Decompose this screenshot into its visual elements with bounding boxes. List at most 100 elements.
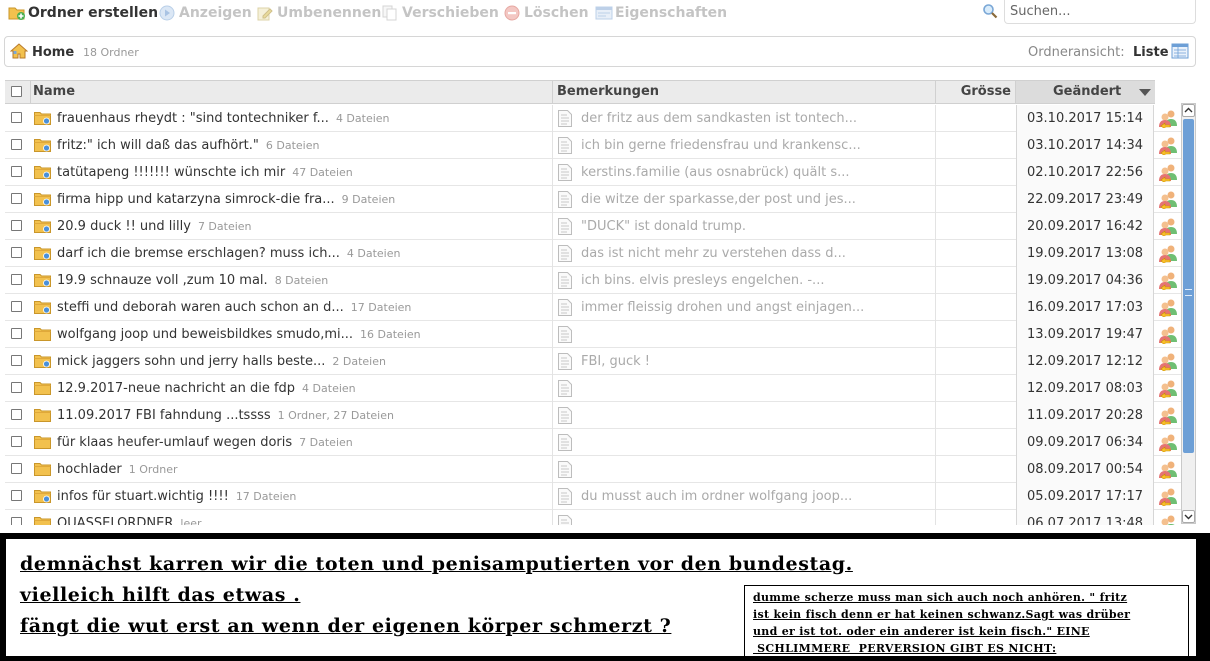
table-row[interactable]: darf ich die bremse erschlagen? muss ich…: [5, 240, 1181, 267]
share-icon[interactable]: [1158, 217, 1178, 238]
row-checkbox[interactable]: [11, 463, 22, 474]
note-icon[interactable]: [558, 245, 572, 262]
share-icon[interactable]: [1158, 298, 1178, 319]
row-checkbox[interactable]: [11, 355, 22, 366]
row-checkbox[interactable]: [11, 247, 22, 258]
share-icon[interactable]: [1158, 136, 1178, 157]
table-row[interactable]: 20.9 duck !! und lilly 7 Dateien "DUCK" is…: [5, 213, 1181, 240]
share-icon[interactable]: [1158, 190, 1178, 211]
share-icon[interactable]: [1158, 406, 1178, 427]
search-input[interactable]: [1004, 0, 1196, 24]
table-row[interactable]: firma hipp und katarzyna simrock-die fra…: [5, 186, 1181, 213]
table-row[interactable]: 12.9.2017-neue nachricht an die fdp 4 Dat…: [5, 375, 1181, 402]
table-row[interactable]: wolfgang joop und beweisbildkes smudo,mi…: [5, 321, 1181, 348]
folder-name[interactable]: 12.9.2017-neue nachricht an die fdp 4 Dat…: [57, 381, 356, 396]
table-row[interactable]: frauenhaus rheydt : "sind tontechniker f…: [5, 105, 1181, 132]
share-icon[interactable]: [1158, 163, 1178, 184]
share-icon[interactable]: [1158, 244, 1178, 265]
row-checkbox[interactable]: [11, 436, 22, 447]
table-row[interactable]: tatütapeng !!!!!!! wünschte ich mir 47 Da…: [5, 159, 1181, 186]
delete-button[interactable]: Löschen: [504, 4, 589, 22]
table-row[interactable]: hochlader 1 Ordner 08.09.2017 00:54: [5, 456, 1181, 483]
table-row[interactable]: 19.9 schnauze voll ,zum 10 mal. 8 Dateien…: [5, 267, 1181, 294]
table-row[interactable]: 11.09.2017 FBI fahndung ...tssss 1 Ordner…: [5, 402, 1181, 429]
row-checkbox[interactable]: [11, 490, 22, 501]
table-row[interactable]: QUASSELORDNER leer 06.07.2017 13:48: [5, 510, 1181, 525]
table-row[interactable]: für klaas heufer-umlauf wegen doris 7 Dat…: [5, 429, 1181, 456]
folder-name[interactable]: firma hipp und katarzyna simrock-die fra…: [57, 192, 395, 207]
table-row[interactable]: infos für stuart.wichtig !!!! 17 Dateien d…: [5, 483, 1181, 510]
scroll-thumb[interactable]: [1183, 119, 1194, 453]
select-all-checkbox[interactable]: [11, 86, 22, 97]
row-checkbox[interactable]: [11, 328, 22, 339]
row-checkbox[interactable]: [11, 112, 22, 123]
create-folder-button[interactable]: Ordner erstellen: [8, 4, 158, 22]
note-icon[interactable]: [558, 137, 572, 154]
folder-name[interactable]: tatütapeng !!!!!!! wünschte ich mir 47 Da…: [57, 165, 353, 180]
row-checkbox[interactable]: [11, 220, 22, 231]
row-checkbox[interactable]: [11, 517, 22, 525]
note-icon[interactable]: [558, 461, 572, 478]
folder-name[interactable]: fritz:" ich will daß das aufhört." 6 Date…: [57, 138, 319, 153]
row-checkbox[interactable]: [11, 274, 22, 285]
share-icon[interactable]: [1158, 325, 1178, 346]
breadcrumb-home[interactable]: Home: [32, 45, 74, 60]
rename-button[interactable]: Umbenennen: [257, 4, 381, 22]
folder-name[interactable]: frauenhaus rheydt : "sind tontechniker f…: [57, 111, 390, 126]
share-icon[interactable]: [1158, 487, 1178, 508]
move-button[interactable]: Verschieben: [382, 4, 499, 22]
row-checkbox[interactable]: [11, 301, 22, 312]
table-scrollbar[interactable]: [1181, 103, 1196, 524]
note-icon[interactable]: [558, 353, 572, 370]
note-icon[interactable]: [558, 488, 572, 505]
note-icon[interactable]: [558, 299, 572, 316]
list-view-icon[interactable]: [1171, 43, 1189, 59]
column-header-notes[interactable]: Bemerkungen: [553, 81, 936, 103]
share-icon[interactable]: [1158, 379, 1178, 400]
note-icon[interactable]: [558, 515, 572, 525]
folder-name[interactable]: hochlader 1 Ordner: [57, 462, 178, 477]
table-row[interactable]: steffi und deborah waren auch schon an d…: [5, 294, 1181, 321]
scroll-up-button[interactable]: [1182, 104, 1195, 117]
row-checkbox[interactable]: [11, 382, 22, 393]
note-icon[interactable]: [558, 191, 572, 208]
note-icon[interactable]: [558, 326, 572, 343]
row-checkbox[interactable]: [11, 166, 22, 177]
folder-name[interactable]: QUASSELORDNER leer: [57, 516, 202, 525]
table-row[interactable]: fritz:" ich will daß das aufhört." 6 Date…: [5, 132, 1181, 159]
sort-desc-icon[interactable]: [1139, 89, 1151, 96]
folder-name[interactable]: steffi und deborah waren auch schon an d…: [57, 300, 411, 315]
note-icon[interactable]: [558, 218, 572, 235]
note-icon[interactable]: [558, 272, 572, 289]
show-button[interactable]: Anzeigen: [159, 4, 252, 22]
folder-name[interactable]: mick jaggers sohn und jerry halls beste.…: [57, 354, 386, 369]
note-icon[interactable]: [558, 434, 572, 451]
column-header-modified[interactable]: Geändert: [1016, 81, 1155, 103]
share-icon[interactable]: [1158, 352, 1178, 373]
share-icon[interactable]: [1158, 514, 1178, 525]
note-icon[interactable]: [558, 380, 572, 397]
scroll-down-button[interactable]: [1182, 510, 1195, 523]
note-icon[interactable]: [558, 110, 572, 127]
row-checkbox[interactable]: [11, 139, 22, 150]
folder-name[interactable]: 20.9 duck !! und lilly 7 Dateien: [57, 219, 252, 234]
share-icon[interactable]: [1158, 109, 1178, 130]
folder-name[interactable]: 19.9 schnauze voll ,zum 10 mal. 8 Dateien: [57, 273, 328, 288]
folder-name[interactable]: darf ich die bremse erschlagen? muss ich…: [57, 246, 400, 261]
folder-name[interactable]: für klaas heufer-umlauf wegen doris 7 Dat…: [57, 435, 353, 450]
table-row[interactable]: mick jaggers sohn und jerry halls beste.…: [5, 348, 1181, 375]
view-mode-value[interactable]: Liste: [1133, 45, 1169, 60]
share-icon[interactable]: [1158, 433, 1178, 454]
share-icon[interactable]: [1158, 460, 1178, 481]
row-checkbox[interactable]: [11, 193, 22, 204]
column-header-size[interactable]: Grösse: [936, 81, 1016, 103]
column-header-name[interactable]: Name: [31, 81, 553, 103]
folder-name[interactable]: 11.09.2017 FBI fahndung ...tssss 1 Ordner…: [57, 408, 394, 423]
row-checkbox[interactable]: [11, 409, 22, 420]
note-icon[interactable]: [558, 407, 572, 424]
folder-name[interactable]: infos für stuart.wichtig !!!! 17 Dateien: [57, 489, 296, 504]
folder-name[interactable]: wolfgang joop und beweisbildkes smudo,mi…: [57, 327, 421, 342]
home-icon[interactable]: [9, 43, 29, 59]
note-icon[interactable]: [558, 164, 572, 181]
properties-button[interactable]: Eigenschaften: [595, 4, 727, 22]
